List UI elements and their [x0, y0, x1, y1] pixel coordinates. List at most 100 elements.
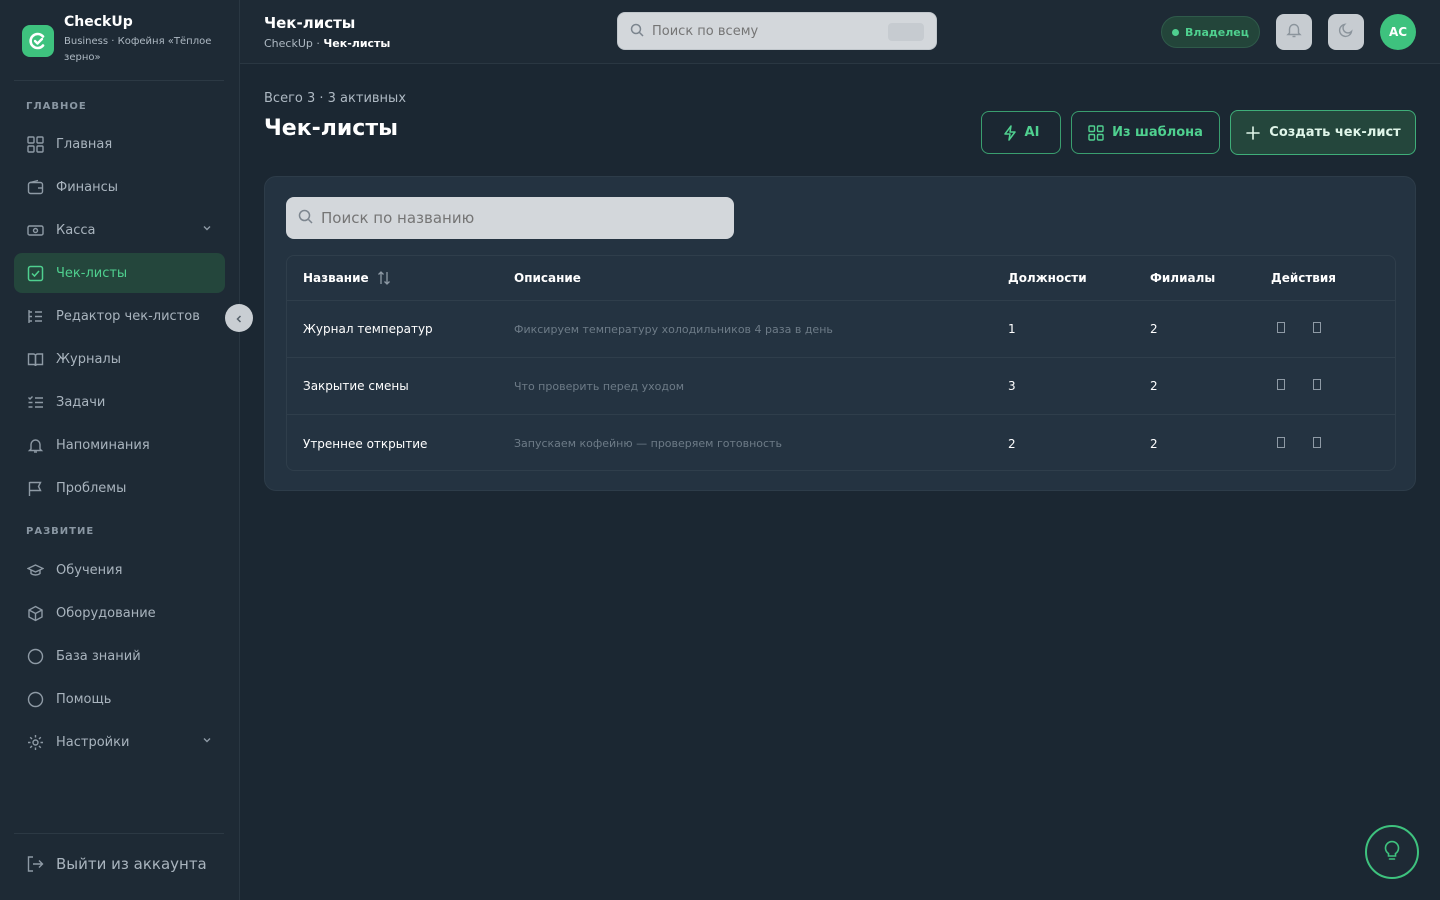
row-name[interactable]: Утреннее открытие	[303, 415, 427, 470]
tips-button[interactable]	[1365, 825, 1419, 879]
row-branches: 2	[1150, 379, 1158, 393]
sidebar-item-help[interactable]: Помощь	[14, 679, 225, 719]
ai-button[interactable]: AI	[981, 111, 1061, 154]
logout-label: Выйти из аккаунта	[56, 855, 207, 873]
row-name[interactable]: Закрытие смены	[303, 358, 409, 414]
sidebar-item-label: Редактор чек-листов	[56, 308, 200, 324]
breadcrumb: CheckUp · Чек-листы	[264, 37, 390, 50]
table-row[interactable]: Закрытие смены Что проверить перед уходо…	[287, 358, 1395, 415]
sidebar-item-cash[interactable]: Касса	[14, 210, 225, 250]
circle-icon	[26, 647, 44, 665]
row-description: Запускаем кофейню — проверяем готовность	[514, 437, 782, 450]
edit-button[interactable]	[1271, 319, 1291, 339]
create-checklist-button[interactable]: Создать чек-лист	[1230, 110, 1416, 155]
table-header-row: Название Описание Должности Филиалы Дейс…	[287, 256, 1395, 301]
sidebar-item-label: Журналы	[56, 351, 121, 367]
delete-button[interactable]	[1307, 434, 1327, 454]
delete-button[interactable]	[1307, 319, 1327, 339]
sort-icon[interactable]	[377, 270, 391, 286]
divider	[14, 833, 224, 834]
row-name[interactable]: Журнал температур	[303, 301, 433, 357]
divider	[14, 80, 224, 81]
lightning-icon	[1003, 124, 1017, 141]
sidebar-item-reminders[interactable]: Напоминания	[14, 425, 225, 465]
theme-toggle-button[interactable]	[1328, 14, 1364, 50]
breadcrumb-separator: ·	[312, 37, 324, 50]
sidebar-item-label: Задачи	[56, 394, 106, 410]
row-positions: 2	[1008, 436, 1016, 451]
flag-icon	[26, 479, 44, 497]
brand[interactable]: CheckUp Business · Кофейня «Тёплое зерно…	[22, 14, 226, 80]
brand-subtitle: Business · Кофейня «Тёплое зерно»	[64, 36, 212, 63]
section-title-main: ГЛАВНОЕ	[26, 101, 87, 112]
sidebar: CheckUp Business · Кофейня «Тёплое зерно…	[0, 0, 240, 900]
notifications-button[interactable]	[1276, 14, 1312, 50]
sidebar-item-checklist-editor[interactable]: Редактор чек-листов	[14, 296, 225, 336]
create-checklist-button-label: Создать чек-лист	[1269, 125, 1401, 140]
sidebar-item-label: Финансы	[56, 179, 119, 195]
checklists-card: Название Описание Должности Филиалы Дейс…	[264, 176, 1416, 491]
sidebar-item-settings[interactable]: Настройки	[14, 722, 225, 762]
bell-icon	[26, 436, 44, 454]
row-positions: 1	[1008, 322, 1016, 336]
sidebar-item-checklists[interactable]: Чек-листы	[14, 253, 225, 293]
grid-icon	[1088, 124, 1104, 141]
edit-icon	[1277, 322, 1285, 336]
sidebar-item-journals[interactable]: Журналы	[14, 339, 225, 379]
sidebar-item-label: Обучения	[56, 562, 123, 578]
table-search[interactable]	[286, 197, 734, 239]
edit-button[interactable]	[1271, 434, 1291, 454]
sidebar-item-finance[interactable]: Финансы	[14, 167, 225, 207]
sidebar-item-equipment[interactable]: Оборудование	[14, 593, 225, 633]
checkbox-icon	[26, 264, 44, 282]
sidebar-item-problems[interactable]: Проблемы	[14, 468, 225, 508]
checklists-table: Название Описание Должности Филиалы Дейс…	[286, 255, 1396, 471]
row-actions	[1271, 358, 1343, 414]
circle-icon	[26, 690, 44, 708]
from-template-button-label: Из шаблона	[1112, 125, 1203, 140]
grid-icon	[26, 135, 44, 153]
role-badge: Владелец	[1161, 16, 1260, 48]
edit-button[interactable]	[1271, 376, 1291, 396]
sidebar-item-home[interactable]: Главная	[14, 124, 225, 164]
logout-button[interactable]: Выйти из аккаунта	[14, 844, 207, 884]
checkup-logo-icon	[22, 25, 54, 57]
top-header: Чек-листы CheckUp · Чек-листы Владелец A…	[240, 0, 1440, 64]
sidebar-item-label: Чек-листы	[56, 265, 128, 281]
brand-name: CheckUp	[64, 14, 133, 30]
search-icon	[298, 209, 313, 228]
global-search-input[interactable]	[652, 23, 882, 39]
sidebar-item-label: Настройки	[56, 734, 130, 750]
plus-icon	[1245, 125, 1261, 141]
chevron-left-icon	[234, 309, 244, 328]
edit-icon	[1277, 436, 1285, 451]
sidebar-item-label: Касса	[56, 222, 96, 238]
sidebar-item-tasks[interactable]: Задачи	[14, 382, 225, 422]
sidebar-item-trainings[interactable]: Обучения	[14, 550, 225, 590]
edit-icon	[1277, 379, 1285, 393]
shortcut-hint	[888, 23, 924, 41]
sidebar-item-label: База знаний	[56, 648, 141, 664]
table-row[interactable]: Журнал температур Фиксируем температуру …	[287, 301, 1395, 358]
graduation-cap-icon	[26, 561, 44, 579]
row-description: Что проверить перед уходом	[514, 379, 685, 393]
row-branches: 2	[1150, 322, 1158, 336]
wallet-icon	[26, 178, 44, 196]
bell-icon	[1286, 22, 1302, 42]
global-search[interactable]	[617, 12, 937, 50]
column-header-actions: Действия	[1271, 271, 1337, 285]
sidebar-item-knowledge-base[interactable]: База знаний	[14, 636, 225, 676]
delete-icon	[1313, 322, 1321, 336]
table-row[interactable]: Утреннее открытие Запускаем кофейню — пр…	[287, 415, 1395, 470]
table-search-input[interactable]	[321, 209, 721, 227]
column-header-positions: Должности	[1008, 271, 1087, 285]
sidebar-collapse-button[interactable]	[225, 304, 253, 332]
delete-button[interactable]	[1307, 376, 1327, 396]
avatar[interactable]: AC	[1380, 14, 1416, 50]
row-actions	[1271, 415, 1343, 470]
breadcrumb-root[interactable]: CheckUp	[264, 37, 313, 50]
from-template-button[interactable]: Из шаблона	[1071, 111, 1220, 154]
lightbulb-icon	[1383, 839, 1401, 865]
column-header-name[interactable]: Название	[303, 256, 391, 300]
sidebar-item-label: Помощь	[56, 691, 112, 707]
